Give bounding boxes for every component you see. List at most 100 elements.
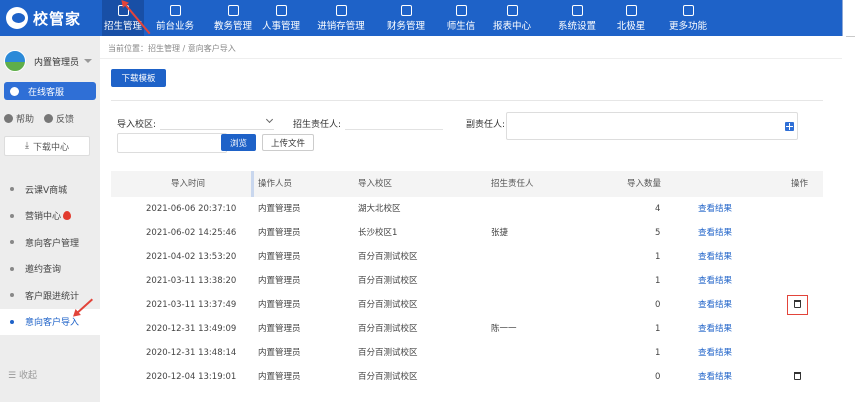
- count-cell: 1: [655, 252, 661, 262]
- breadcrumb: 当前位置：招生管理 / 意向客户导入: [108, 44, 236, 53]
- operator-cell: 内置管理员: [258, 300, 301, 310]
- table-row: 2020-12-04 13:19:01 内置管理员 百分百测试校区 0 查看结果: [111, 365, 823, 389]
- chevron-down-icon: [84, 59, 93, 63]
- view-result-link[interactable]: 查看结果: [698, 245, 732, 269]
- operator-cell: 内置管理员: [258, 324, 301, 334]
- feedback-link[interactable]: 反馈: [44, 112, 74, 125]
- report-icon: [506, 5, 518, 16]
- column-header: 操作: [791, 179, 809, 189]
- column-header: 招生责任人: [491, 179, 534, 189]
- online-service-label: 在线客服: [28, 87, 65, 98]
- sidebar-item-label: 意向客户管理: [25, 238, 80, 249]
- nav-item-label: 前台业务: [155, 21, 194, 32]
- time-cell: 2021-04-02 13:53:20: [146, 252, 237, 262]
- view-result-link[interactable]: 查看结果: [698, 341, 732, 365]
- user-menu[interactable]: 内置管理员: [4, 50, 93, 72]
- nav-item-label: 报表中心: [492, 21, 531, 32]
- table-row: 2021-04-02 13:53:20 内置管理员 百分百测试校区 1 查看结果: [111, 245, 823, 269]
- time-cell: 2021-03-11 13:38:20: [146, 276, 237, 286]
- file-path-input[interactable]: [117, 133, 227, 153]
- nav-item-2[interactable]: 教务管理: [210, 0, 256, 36]
- view-result-link[interactable]: 查看结果: [698, 317, 732, 341]
- table-row: 2021-03-11 13:38:20 内置管理员 百分百测试校区 1 查看结果: [111, 269, 823, 293]
- collapse-toggle[interactable]: ☰ 收起: [8, 368, 37, 381]
- nav-item-8[interactable]: 系统设置: [549, 0, 605, 36]
- book-icon: [227, 5, 239, 16]
- nav-item-4[interactable]: 进销存管理: [312, 0, 370, 36]
- nav-item-5[interactable]: 财务管理: [377, 0, 435, 36]
- count-cell: 1: [655, 324, 661, 334]
- view-result-link[interactable]: 查看结果: [698, 197, 732, 221]
- view-result-link[interactable]: 查看结果: [698, 269, 732, 293]
- add-icon[interactable]: [785, 122, 794, 131]
- time-cell: 2020-12-31 13:49:09: [146, 324, 237, 334]
- deputy-label: 副责任人:: [466, 120, 506, 130]
- logo[interactable]: 校管家: [6, 7, 81, 29]
- nav-item-7[interactable]: 报表中心: [484, 0, 540, 36]
- front-desk-icon: [169, 5, 181, 16]
- view-result-link[interactable]: 查看结果: [698, 221, 732, 245]
- nav-item-label: 财务管理: [386, 21, 425, 32]
- sidebar-item-label: 客户跟进统计: [25, 291, 80, 302]
- bullet-icon: [10, 319, 14, 324]
- view-result-link[interactable]: 查看结果: [698, 365, 732, 389]
- campus-cell: 百分百测试校区: [358, 372, 418, 382]
- nav-item-3[interactable]: 人事管理: [258, 0, 304, 36]
- browse-button[interactable]: 浏览: [221, 134, 256, 151]
- nav-item-1[interactable]: 前台业务: [152, 0, 198, 36]
- nav-item-label: 教务管理: [213, 21, 252, 32]
- view-result-link[interactable]: 查看结果: [698, 293, 732, 317]
- count-cell: 0: [655, 300, 661, 310]
- count-cell: 1: [655, 348, 661, 358]
- table-row: 2021-03-11 13:37:49 内置管理员 百分百测试校区 0 查看结果: [111, 293, 823, 317]
- bullet-icon: [10, 240, 14, 245]
- owner-label: 招生责任人:: [293, 120, 342, 130]
- bullet-icon: [10, 293, 14, 298]
- help-link[interactable]: 帮助: [4, 112, 34, 125]
- sidebar-item-label: 云课V商城: [25, 185, 68, 196]
- window-edge: [842, 0, 855, 402]
- finance-icon: [400, 5, 412, 16]
- logo-icon: [6, 7, 28, 29]
- time-cell: 2021-06-06 20:37:10: [146, 204, 237, 214]
- sidebar: 内置管理员 在线客服 帮助 反馈 ⤓ 下载中心 云课V商城营销中心意向客户管理邀…: [0, 36, 100, 402]
- time-cell: 2020-12-04 13:19:01: [146, 372, 237, 382]
- import-campus-select[interactable]: [160, 112, 274, 130]
- column-resize-handle[interactable]: [251, 171, 254, 197]
- annotation-highlight-box: [787, 295, 808, 315]
- download-center-button[interactable]: ⤓ 下载中心: [4, 136, 90, 156]
- table-body: 2021-06-06 20:37:10 内置管理员 湖大北校区 4 查看结果 2021-0…: [111, 197, 823, 389]
- campus-cell: 百分百测试校区: [358, 348, 418, 358]
- chevron-down-icon: [265, 115, 274, 124]
- menu-icon: ☰: [8, 371, 17, 381]
- nav-item-label: 北极星: [616, 21, 646, 32]
- divider: [100, 58, 842, 59]
- sidebar-item-1[interactable]: 营销中心: [0, 203, 100, 230]
- download-template-button[interactable]: 下载模板: [111, 69, 166, 87]
- nav-item-6[interactable]: 师生信: [442, 0, 480, 36]
- deputy-input[interactable]: [506, 112, 798, 140]
- count-cell: 1: [655, 276, 661, 286]
- nav-item-10[interactable]: 更多功能: [664, 0, 712, 36]
- chat-icon: [10, 86, 19, 96]
- nav-item-9[interactable]: 北极星: [611, 0, 651, 36]
- campus-cell: 百分百测试校区: [358, 300, 418, 310]
- sidebar-item-3[interactable]: 邀约查询: [0, 256, 100, 283]
- online-service-button[interactable]: 在线客服: [4, 82, 96, 100]
- operator-cell: 内置管理员: [258, 348, 301, 358]
- upload-button[interactable]: 上传文件: [262, 134, 314, 151]
- sidebar-item-2[interactable]: 意向客户管理: [0, 229, 100, 256]
- sidebar-item-0[interactable]: 云课V商城: [0, 176, 100, 203]
- sidebar-item-5[interactable]: 意向客户导入: [0, 308, 100, 335]
- settings-icon: [571, 5, 583, 16]
- owner-input[interactable]: [345, 112, 443, 130]
- collapse-label: 收起: [18, 371, 37, 381]
- operator-cell: 内置管理员: [258, 372, 301, 382]
- message-icon: [455, 5, 467, 16]
- help-feedback-row: 帮助 反馈: [4, 112, 84, 125]
- sidebar-menu: 云课V商城营销中心意向客户管理邀约查询客户跟进统计意向客户导入: [0, 176, 100, 335]
- owner-cell: 张捷: [491, 228, 509, 238]
- feedback-icon: [44, 114, 54, 123]
- trash-icon[interactable]: [794, 372, 801, 380]
- import-campus-label: 导入校区:: [117, 120, 157, 130]
